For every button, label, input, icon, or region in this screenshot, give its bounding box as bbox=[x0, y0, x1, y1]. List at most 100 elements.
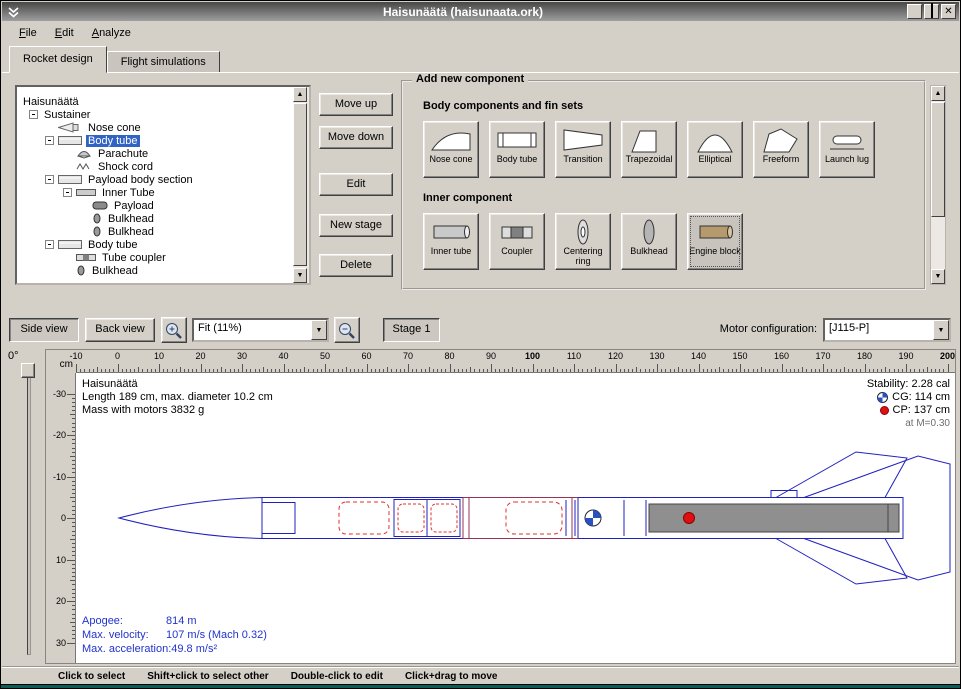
minimize-button[interactable] bbox=[907, 4, 922, 19]
tree-item-payload[interactable]: Payload bbox=[17, 199, 293, 212]
scroll-up-button[interactable]: ▲ bbox=[293, 87, 307, 102]
ruler-tick bbox=[371, 369, 372, 372]
tree-item-bulkhead[interactable]: Bulkhead bbox=[17, 225, 293, 238]
window-menu-icon[interactable] bbox=[5, 5, 21, 19]
bulkhead-icon bbox=[76, 265, 86, 276]
ruler-tick bbox=[661, 369, 662, 372]
tree-item-payload-body-section[interactable]: Payload body section bbox=[17, 173, 293, 186]
tab-flight-simulations[interactable]: Flight simulations bbox=[107, 51, 220, 73]
ruler-tick bbox=[213, 369, 214, 372]
new-stage-button[interactable]: New stage bbox=[319, 214, 393, 237]
palette-button-transition[interactable]: Transition bbox=[555, 121, 611, 178]
collapse-icon[interactable] bbox=[45, 240, 54, 249]
ruler-tick bbox=[570, 369, 571, 372]
ruler-tick bbox=[557, 369, 558, 372]
delete-button[interactable]: Delete bbox=[319, 254, 393, 277]
ruler-tick bbox=[400, 369, 401, 372]
ruler-tick bbox=[391, 369, 392, 372]
ruler-tick bbox=[72, 406, 75, 407]
tree-item-shock-cord[interactable]: Shock cord bbox=[17, 160, 293, 173]
collapse-icon[interactable] bbox=[29, 110, 38, 119]
palette-button-trapezoidal[interactable]: Trapezoidal bbox=[621, 121, 677, 178]
scroll-down-button[interactable]: ▼ bbox=[293, 268, 307, 283]
palette-button-bulkhead[interactable]: Bulkhead bbox=[621, 213, 677, 270]
payload-section-outline bbox=[463, 498, 578, 539]
palette-button-freeform[interactable]: Freeform bbox=[753, 121, 809, 178]
palette-scrollbar[interactable]: ▲ ▼ bbox=[930, 85, 946, 285]
back-view-button[interactable]: Back view bbox=[85, 318, 155, 342]
menu-file[interactable]: File bbox=[10, 24, 46, 42]
ruler-tick bbox=[462, 369, 463, 372]
tree-item-body-tube[interactable]: Body tube bbox=[17, 134, 293, 147]
tree-item-inner-tube[interactable]: Inner Tube bbox=[17, 186, 293, 199]
collapse-icon[interactable] bbox=[45, 136, 54, 145]
palette-button-launch-lug[interactable]: Launch lug bbox=[819, 121, 875, 178]
close-button[interactable]: ✕ bbox=[941, 4, 956, 19]
zoom-in-button[interactable] bbox=[161, 317, 187, 343]
edit-button[interactable]: Edit bbox=[319, 173, 393, 196]
collapse-icon[interactable] bbox=[63, 188, 72, 197]
ruler-tick bbox=[387, 367, 388, 372]
palette-button-nose-cone[interactable]: Nose cone bbox=[423, 121, 479, 178]
zoom-out-button[interactable] bbox=[334, 317, 360, 343]
ruler-label: 0 bbox=[115, 351, 120, 361]
add-new-component-group: Add new component Body components and fi… bbox=[401, 80, 926, 290]
side-view-button[interactable]: Side view bbox=[9, 318, 79, 342]
menu-edit[interactable]: Edit bbox=[46, 24, 83, 42]
ruler-tick bbox=[184, 369, 185, 372]
ruler-tick bbox=[504, 369, 505, 372]
tree-item-bulkhead[interactable]: Bulkhead bbox=[17, 264, 293, 277]
ruler-tick bbox=[450, 364, 451, 372]
ruler-label: 10 bbox=[56, 555, 66, 565]
ruler-tick bbox=[383, 369, 384, 372]
engine-block-icon bbox=[694, 218, 736, 246]
tree-item-body-tube-2[interactable]: Body tube bbox=[17, 238, 293, 251]
ruler-label: 10 bbox=[154, 351, 164, 361]
ruler-tick bbox=[109, 369, 110, 372]
palette-button-body-tube[interactable]: Body tube bbox=[489, 121, 545, 178]
move-up-button[interactable]: Move up bbox=[319, 93, 393, 116]
ruler-label: 150 bbox=[732, 351, 747, 361]
tab-rocket-design[interactable]: Rocket design bbox=[9, 46, 107, 73]
collapse-icon[interactable] bbox=[45, 175, 54, 184]
palette-button-centering-ring[interactable]: Centering ring bbox=[555, 213, 611, 270]
ruler-tick bbox=[798, 369, 799, 372]
motor-configuration-combobox[interactable]: [J115-P] ▼ bbox=[823, 318, 951, 342]
ruler-tick bbox=[72, 402, 75, 403]
palette-button-coupler[interactable]: Coupler bbox=[489, 213, 545, 270]
tree-item-nose-cone[interactable]: Nose cone bbox=[17, 121, 293, 134]
tree-item-rocket[interactable]: Haisunäätä bbox=[17, 95, 293, 108]
scrollbar-thumb[interactable] bbox=[293, 103, 307, 266]
ruler-label: 40 bbox=[278, 351, 288, 361]
rocket-canvas[interactable]: Haisunäätä Length 189 cm, max. diameter … bbox=[76, 373, 956, 664]
tree-scrollbar[interactable]: ▲ ▼ bbox=[293, 87, 309, 283]
palette-button-engine-block[interactable]: Engine block bbox=[687, 213, 743, 270]
ruler-tick bbox=[72, 448, 75, 449]
scroll-up-button[interactable]: ▲ bbox=[931, 86, 945, 101]
zoom-combobox[interactable]: Fit (11%) ▼ bbox=[192, 318, 329, 342]
rotation-slider-handle[interactable] bbox=[21, 363, 35, 378]
rotation-slider-track[interactable] bbox=[27, 367, 31, 655]
palette-button-elliptical[interactable]: Elliptical bbox=[687, 121, 743, 178]
ruler-tick bbox=[76, 364, 77, 372]
ruler-tick bbox=[134, 369, 135, 372]
ruler-tick bbox=[466, 369, 467, 372]
tree-item-tube-coupler[interactable]: Tube coupler bbox=[17, 251, 293, 264]
scroll-down-button[interactable]: ▼ bbox=[931, 269, 945, 284]
ruler-tick bbox=[595, 367, 596, 372]
tree-item-parachute[interactable]: Parachute bbox=[17, 147, 293, 160]
maximize-button[interactable] bbox=[924, 4, 939, 19]
ruler-tick bbox=[939, 369, 940, 372]
tree-item-sustainer[interactable]: Sustainer bbox=[17, 108, 293, 121]
dropdown-arrow-icon[interactable]: ▼ bbox=[933, 320, 949, 340]
dropdown-arrow-icon[interactable]: ▼ bbox=[311, 320, 327, 340]
move-down-button[interactable]: Move down bbox=[319, 126, 393, 149]
ruler-tick bbox=[362, 369, 363, 372]
ruler-tick bbox=[728, 369, 729, 372]
palette-button-inner-tube[interactable]: Inner tube bbox=[423, 213, 479, 270]
menu-analyze[interactable]: Analyze bbox=[83, 24, 140, 42]
hint-shift-click: Shift+click to select other bbox=[147, 671, 268, 682]
tree-item-bulkhead[interactable]: Bulkhead bbox=[17, 212, 293, 225]
scrollbar-thumb[interactable] bbox=[931, 102, 945, 217]
stage1-toggle-button[interactable]: Stage 1 bbox=[383, 318, 440, 342]
